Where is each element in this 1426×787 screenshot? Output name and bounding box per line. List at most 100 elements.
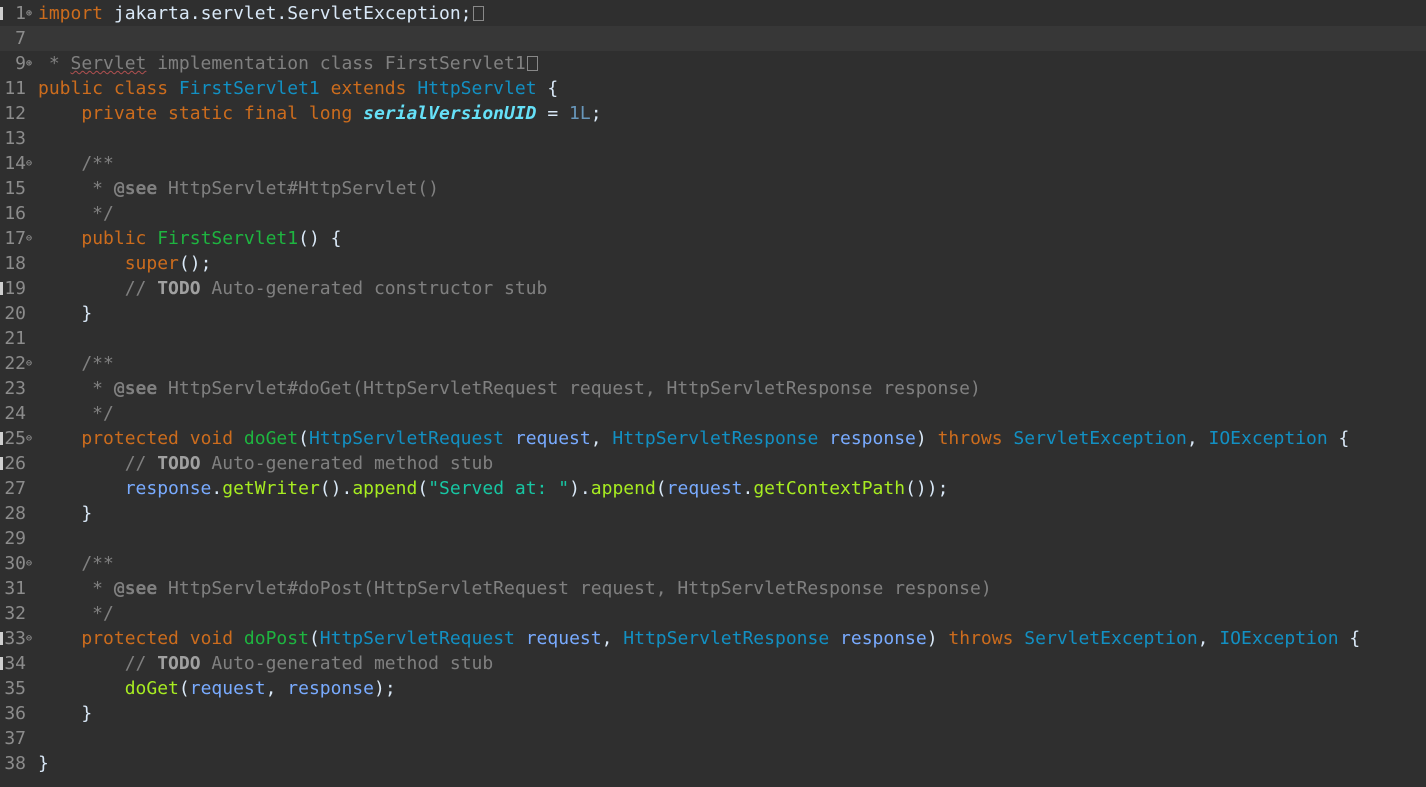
code-text[interactable]: */ — [38, 601, 114, 626]
code-token: HttpServlet — [417, 78, 537, 99]
code-token: ) — [915, 428, 938, 449]
code-text[interactable]: * @see HttpServlet#doGet(HttpServletRequ… — [38, 376, 981, 401]
code-text[interactable]: super(); — [38, 251, 212, 276]
code-token: , — [601, 628, 624, 649]
line-number: 14 — [4, 153, 26, 174]
code-token: { — [1327, 428, 1350, 449]
code-token: (). — [319, 478, 353, 499]
code-text[interactable]: } — [38, 501, 92, 526]
code-text[interactable]: // TODO Auto-generated method stub — [38, 451, 494, 476]
code-line[interactable]: 22 ⊖ /** — [0, 351, 1426, 376]
code-text[interactable]: * @see HttpServlet#doPost(HttpServletReq… — [38, 576, 992, 601]
code-text[interactable]: * Servlet implementation class FirstServ… — [38, 51, 538, 76]
line-number: 25 — [4, 428, 26, 449]
code-text[interactable]: protected void doGet(HttpServletRequest … — [38, 426, 1349, 451]
line-gutter: 18 — [0, 251, 36, 276]
code-line[interactable]: 13 — [0, 126, 1426, 151]
code-token: HttpServletResponse — [612, 428, 819, 449]
code-token: jakarta.servlet.ServletException; — [103, 3, 472, 24]
code-text[interactable]: /** — [38, 151, 114, 176]
folded-region-icon[interactable] — [472, 6, 484, 21]
line-gutter: 23 — [0, 376, 36, 401]
folded-region-icon[interactable] — [526, 56, 538, 71]
code-line[interactable]: 12 private static final long serialVersi… — [0, 101, 1426, 126]
code-line[interactable]: 27 response.getWriter().append("Served a… — [0, 476, 1426, 501]
code-text[interactable]: doGet(request, response); — [38, 676, 396, 701]
code-line[interactable]: 1 ⊕ import jakarta.servlet.ServletExceptio… — [0, 1, 1426, 26]
line-gutter: 33 ⊖ — [0, 626, 36, 651]
code-line[interactable]: 9 ⊕ * Servlet implementation class FirstS… — [0, 51, 1426, 76]
code-line[interactable]: 25 ⊖ protected void doGet(HttpServletRequ… — [0, 426, 1426, 451]
code-line[interactable]: 29 — [0, 526, 1426, 551]
code-text[interactable]: /** — [38, 351, 114, 376]
code-line[interactable]: 21 — [0, 326, 1426, 351]
code-line[interactable]: 32 */ — [0, 601, 1426, 626]
code-line[interactable]: 26 // TODO Auto-generated method stub — [0, 451, 1426, 476]
change-marker — [0, 632, 3, 645]
code-text[interactable]: private static final long serialVersionU… — [38, 101, 601, 126]
collapse-fold-icon[interactable]: ⊖ — [26, 551, 36, 576]
code-line[interactable]: 35 doGet(request, response); — [0, 676, 1426, 701]
code-token: } — [38, 753, 49, 774]
code-line[interactable]: 34 // TODO Auto-generated method stub — [0, 651, 1426, 676]
code-line[interactable]: 17 ⊖ public FirstServlet1() { — [0, 226, 1426, 251]
code-line[interactable]: 33 ⊖ protected void doPost(HttpServletReq… — [0, 626, 1426, 651]
code-text[interactable]: // TODO Auto-generated method stub — [38, 651, 494, 676]
code-line[interactable]: 15 * @see HttpServlet#HttpServlet() — [0, 176, 1426, 201]
collapse-fold-icon[interactable]: ⊖ — [26, 426, 36, 451]
code-text[interactable]: * @see HttpServlet#HttpServlet() — [38, 176, 439, 201]
code-text[interactable]: public FirstServlet1() { — [38, 226, 341, 251]
code-token: HttpServlet#doPost(HttpServletRequest re… — [157, 578, 992, 599]
collapse-fold-icon[interactable]: ⊖ — [26, 626, 36, 651]
code-line[interactable]: 19 // TODO Auto-generated constructor st… — [0, 276, 1426, 301]
code-text[interactable]: // TODO Auto-generated constructor stub — [38, 276, 548, 301]
code-token: TODO — [157, 453, 201, 474]
collapse-fold-icon[interactable]: ⊖ — [26, 226, 36, 251]
code-line[interactable]: 30 ⊖ /** — [0, 551, 1426, 576]
code-text[interactable]: response.getWriter().append("Served at: … — [38, 476, 949, 501]
code-text[interactable]: protected void doPost(HttpServletRequest… — [38, 626, 1360, 651]
code-text[interactable]: } — [38, 701, 92, 726]
code-line[interactable]: 23 * @see HttpServlet#doGet(HttpServletR… — [0, 376, 1426, 401]
expand-fold-icon[interactable]: ⊕ — [26, 1, 36, 26]
code-text[interactable]: */ — [38, 201, 114, 226]
code-line[interactable]: 38} — [0, 751, 1426, 776]
expand-fold-icon[interactable]: ⊕ — [26, 51, 36, 76]
code-text[interactable]: /** — [38, 551, 114, 576]
code-line[interactable]: 11 public class FirstServlet1 extends Htt… — [0, 76, 1426, 101]
code-line[interactable]: 37 — [0, 726, 1426, 751]
code-text[interactable]: } — [38, 751, 49, 776]
collapse-fold-icon[interactable]: ⊖ — [26, 351, 36, 376]
code-text[interactable]: */ — [38, 401, 114, 426]
code-line[interactable]: 24 */ — [0, 401, 1426, 426]
code-line[interactable]: 14 ⊖ /** — [0, 151, 1426, 176]
code-token: IOException — [1219, 628, 1339, 649]
code-text[interactable]: public class FirstServlet1 extends HttpS… — [38, 76, 558, 101]
line-number: 17 — [4, 228, 26, 249]
code-editor[interactable]: 1 ⊕ import jakarta.servlet.ServletExceptio… — [0, 0, 1426, 787]
code-token: HttpServletResponse — [623, 628, 830, 649]
code-line[interactable]: 36 } — [0, 701, 1426, 726]
line-gutter: 7 — [0, 26, 36, 51]
code-line[interactable]: 31 * @see HttpServlet#doPost(HttpServlet… — [0, 576, 1426, 601]
line-gutter: 16 — [0, 201, 36, 226]
code-text[interactable]: import jakarta.servlet.ServletException; — [38, 1, 484, 26]
code-token: /** — [38, 353, 114, 374]
code-line[interactable]: 18 super(); — [0, 251, 1426, 276]
line-gutter: 26 — [0, 451, 36, 476]
collapse-fold-icon[interactable]: ⊖ — [26, 151, 36, 176]
code-text[interactable]: } — [38, 301, 92, 326]
line-gutter: 37 — [0, 726, 36, 751]
line-gutter: 19 — [0, 276, 36, 301]
code-line[interactable]: 28 } — [0, 501, 1426, 526]
code-token: response — [840, 628, 927, 649]
code-line[interactable]: 7 — [0, 26, 1426, 51]
line-number: 21 — [4, 328, 26, 349]
code-line[interactable]: 20 } — [0, 301, 1426, 326]
line-gutter: 21 — [0, 326, 36, 351]
code-line[interactable]: 16 */ — [0, 201, 1426, 226]
line-number: 24 — [4, 403, 26, 424]
